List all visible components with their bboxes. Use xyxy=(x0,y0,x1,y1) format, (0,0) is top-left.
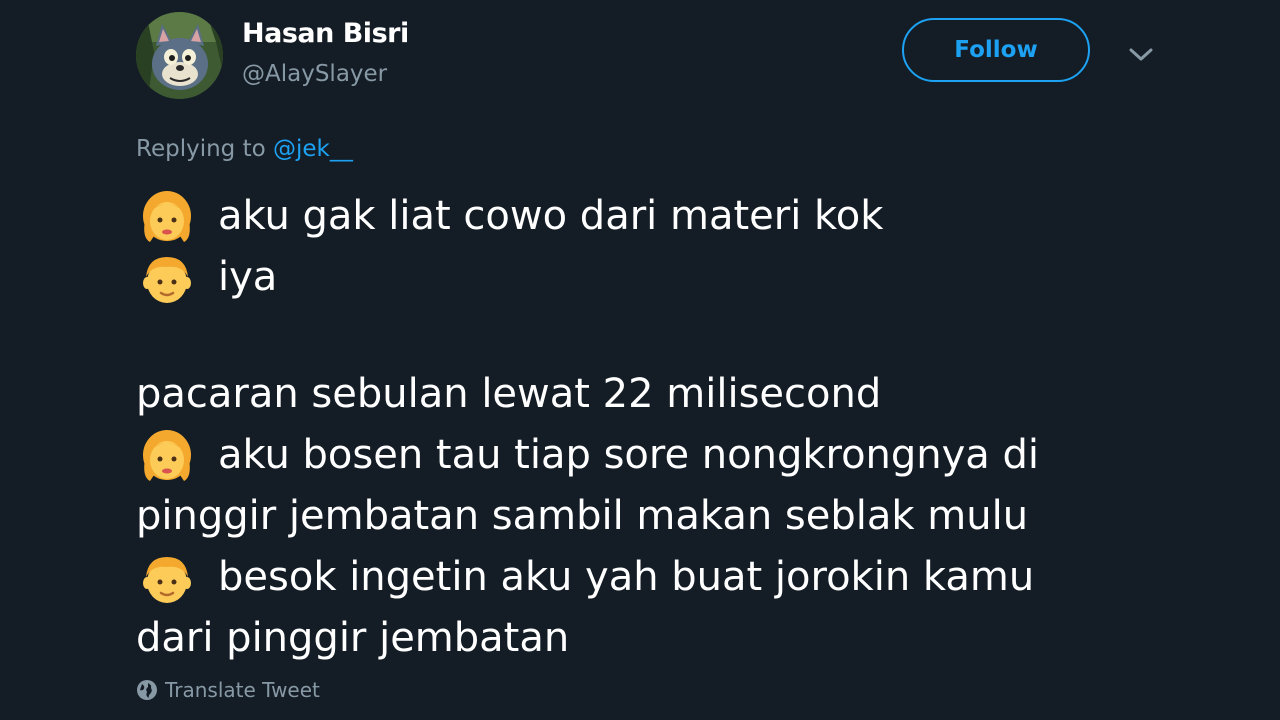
tweet-line: aku bosen tau tiap sore nongkrongnya di xyxy=(136,425,1176,486)
man-emoji-icon xyxy=(136,251,198,305)
tweet-line-text: besok ingetin aku yah buat jorokin kamu xyxy=(218,554,1035,600)
woman-emoji-icon xyxy=(136,190,198,244)
tweet-line: besok ingetin aku yah buat jorokin kamu xyxy=(136,547,1176,608)
man-emoji-icon xyxy=(136,551,198,605)
follow-button[interactable]: Follow xyxy=(902,18,1090,82)
tweet-line: pinggir jembatan sambil makan seblak mul… xyxy=(136,486,1176,547)
display-name[interactable]: Hasan Bisri xyxy=(242,18,409,49)
tweet-line-text: pacaran sebulan lewat 22 milisecond xyxy=(136,371,882,417)
tweet-line: aku gak liat cowo dari materi kok xyxy=(136,186,1176,247)
woman-emoji-icon xyxy=(136,429,198,483)
tweet-line-text: pinggir jembatan sambil makan seblak mul… xyxy=(136,493,1029,539)
chevron-down-icon xyxy=(1129,48,1153,61)
tweet-line: pacaran sebulan lewat 22 milisecond xyxy=(136,364,1176,425)
globe-icon xyxy=(137,680,157,700)
tweet-line-text: aku gak liat cowo dari materi kok xyxy=(218,193,884,239)
tweet-menu-button[interactable] xyxy=(1124,40,1158,70)
mention-link[interactable]: @jek__ xyxy=(273,136,353,162)
reply-context-prefix: Replying to xyxy=(136,136,273,162)
reply-context: Replying to @jek__ xyxy=(136,136,353,162)
translate-tweet-link[interactable]: Translate Tweet xyxy=(136,678,320,702)
tweet-line-text: dari pinggir jembatan xyxy=(136,615,570,661)
tweet-line: iya xyxy=(136,247,1176,308)
tweet-line-text: aku bosen tau tiap sore nongkrongnya di xyxy=(218,432,1040,478)
user-handle[interactable]: @AlaySlayer xyxy=(242,61,387,87)
translate-label: Translate Tweet xyxy=(165,678,320,702)
tweet-line: dari pinggir jembatan xyxy=(136,608,1176,669)
tweet-card: Hasan Bisri @AlaySlayer Follow Replying … xyxy=(0,0,1280,720)
cartoon-cat-avatar-icon xyxy=(136,12,223,99)
tweet-text: aku gak liat cowo dari materi kok iya paca… xyxy=(136,186,1176,669)
avatar[interactable] xyxy=(136,12,223,99)
tweet-line-text: iya xyxy=(218,254,278,300)
